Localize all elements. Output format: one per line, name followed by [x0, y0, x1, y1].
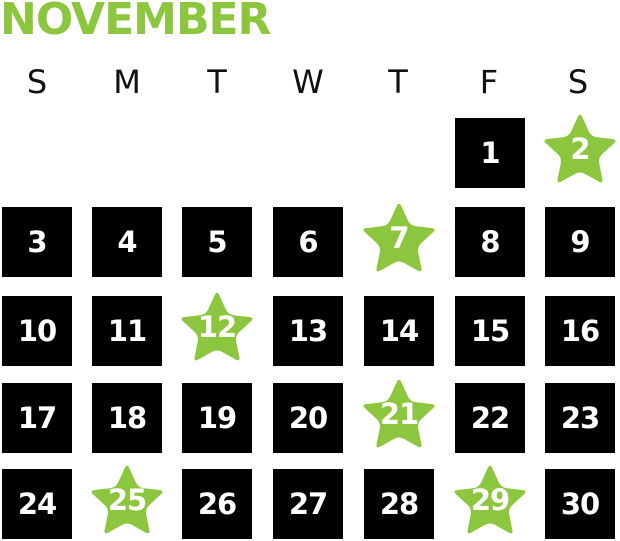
day-number: 12 [197, 310, 237, 344]
weekday-label: S [26, 63, 48, 101]
day-number: 26 [197, 487, 237, 521]
day-number: 4 [117, 225, 137, 259]
day-number: 18 [107, 401, 147, 435]
calendar-day[interactable]: 28 [364, 469, 434, 539]
calendar-day[interactable]: 26 [182, 469, 252, 539]
calendar-day-starred[interactable]: 12 [181, 292, 253, 366]
calendar-day[interactable]: 6 [273, 207, 343, 277]
day-number: 27 [288, 487, 328, 521]
calendar-day[interactable]: 14 [364, 296, 434, 366]
day-number: 28 [379, 487, 419, 521]
day-number: 1 [480, 136, 500, 170]
calendar-day-starred[interactable]: 7 [363, 203, 435, 277]
day-number: 29 [470, 483, 510, 517]
calendar-day[interactable]: 23 [545, 383, 615, 453]
calendar-day[interactable]: 27 [273, 469, 343, 539]
calendar-day[interactable]: 18 [92, 383, 162, 453]
day-number: 30 [560, 487, 600, 521]
day-number: 5 [207, 225, 227, 259]
calendar-day[interactable]: 17 [2, 383, 72, 453]
day-number: 25 [107, 483, 147, 517]
calendar-day-starred[interactable]: 25 [91, 465, 163, 539]
weekday-label: M [113, 63, 141, 101]
weekday-label: T [388, 63, 408, 101]
calendar-day[interactable]: 5 [182, 207, 252, 277]
day-number: 3 [27, 225, 47, 259]
calendar-day-starred[interactable]: 2 [544, 114, 616, 188]
day-number: 2 [570, 132, 590, 166]
day-number: 15 [470, 314, 510, 348]
day-number: 10 [17, 314, 57, 348]
calendar-day-starred[interactable]: 29 [454, 465, 526, 539]
calendar-day[interactable]: 9 [545, 207, 615, 277]
calendar-day-starred[interactable]: 21 [363, 379, 435, 453]
calendar-day[interactable]: 16 [545, 296, 615, 366]
day-number: 22 [470, 401, 510, 435]
calendar-day[interactable]: 3 [2, 207, 72, 277]
day-number: 20 [288, 401, 328, 435]
day-number: 13 [288, 314, 328, 348]
day-number: 21 [379, 397, 419, 431]
day-number: 7 [389, 221, 409, 255]
day-number: 14 [379, 314, 419, 348]
calendar-day[interactable]: 4 [92, 207, 162, 277]
day-number: 16 [560, 314, 600, 348]
calendar-day[interactable]: 22 [455, 383, 525, 453]
day-number: 11 [107, 314, 147, 348]
calendar-day[interactable]: 1 [455, 118, 525, 188]
calendar-day[interactable]: 11 [92, 296, 162, 366]
calendar-day[interactable]: 15 [455, 296, 525, 366]
day-number: 17 [17, 401, 57, 435]
day-number: 19 [197, 401, 237, 435]
day-number: 6 [298, 225, 318, 259]
month-title: NOVEMBER [0, 0, 271, 45]
day-number: 24 [17, 487, 57, 521]
calendar-day[interactable]: 30 [545, 469, 615, 539]
calendar-day[interactable]: 24 [2, 469, 72, 539]
calendar-day[interactable]: 13 [273, 296, 343, 366]
calendar-day[interactable]: 19 [182, 383, 252, 453]
calendar-day[interactable]: 10 [2, 296, 72, 366]
weekday-label: W [292, 63, 324, 101]
day-number: 9 [570, 225, 590, 259]
calendar-day[interactable]: 20 [273, 383, 343, 453]
weekday-label: T [207, 63, 227, 101]
day-number: 23 [560, 401, 600, 435]
day-number: 8 [480, 225, 500, 259]
weekday-label: F [479, 63, 499, 101]
weekday-label: S [567, 63, 589, 101]
calendar-day[interactable]: 8 [455, 207, 525, 277]
